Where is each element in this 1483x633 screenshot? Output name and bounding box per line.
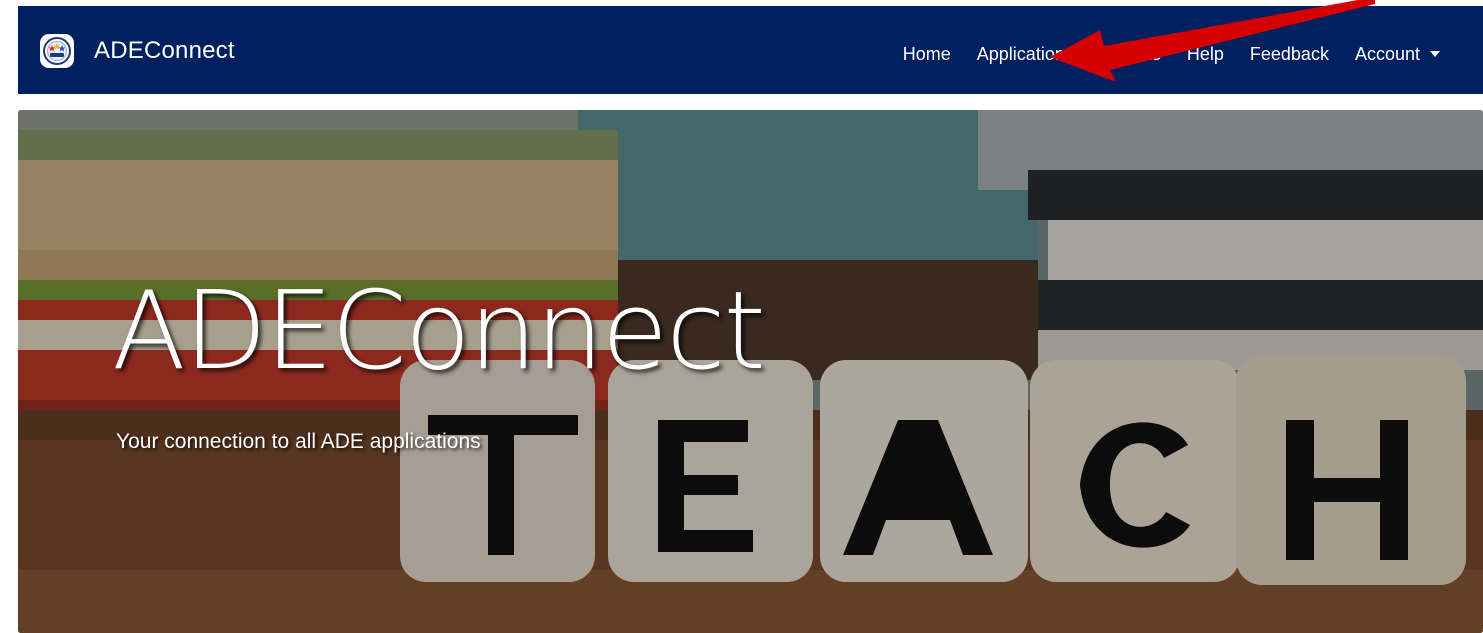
nav-home[interactable]: Home [890,44,964,65]
caret-down-icon [1430,51,1440,57]
hero-title: ADEConnect [112,269,766,394]
nav-feedback[interactable]: Feedback [1237,44,1342,65]
nav-applications[interactable]: Applications [964,44,1087,65]
nav-reports[interactable]: orts [1087,44,1174,65]
nav-account-label: Account [1354,43,1420,64]
hero-banner: ADEConnect Your connection to all ADE ap… [18,110,1483,633]
hero-subtitle: Your connection to all ADE applications [116,430,481,453]
main-nav: Home Applications orts Help Feedback Acc… [890,39,1453,69]
ade-logo-icon [40,34,74,68]
nav-help[interactable]: Help [1174,44,1237,65]
brand-name: ADEConnect [94,37,235,64]
top-navbar: ADEConnect Home Applications orts Help F… [0,0,1483,95]
brand-link[interactable]: ADEConnect [40,34,235,68]
navbar-bar: ADEConnect Home Applications orts Help F… [18,6,1483,94]
nav-account-dropdown[interactable]: Account [1342,44,1453,65]
